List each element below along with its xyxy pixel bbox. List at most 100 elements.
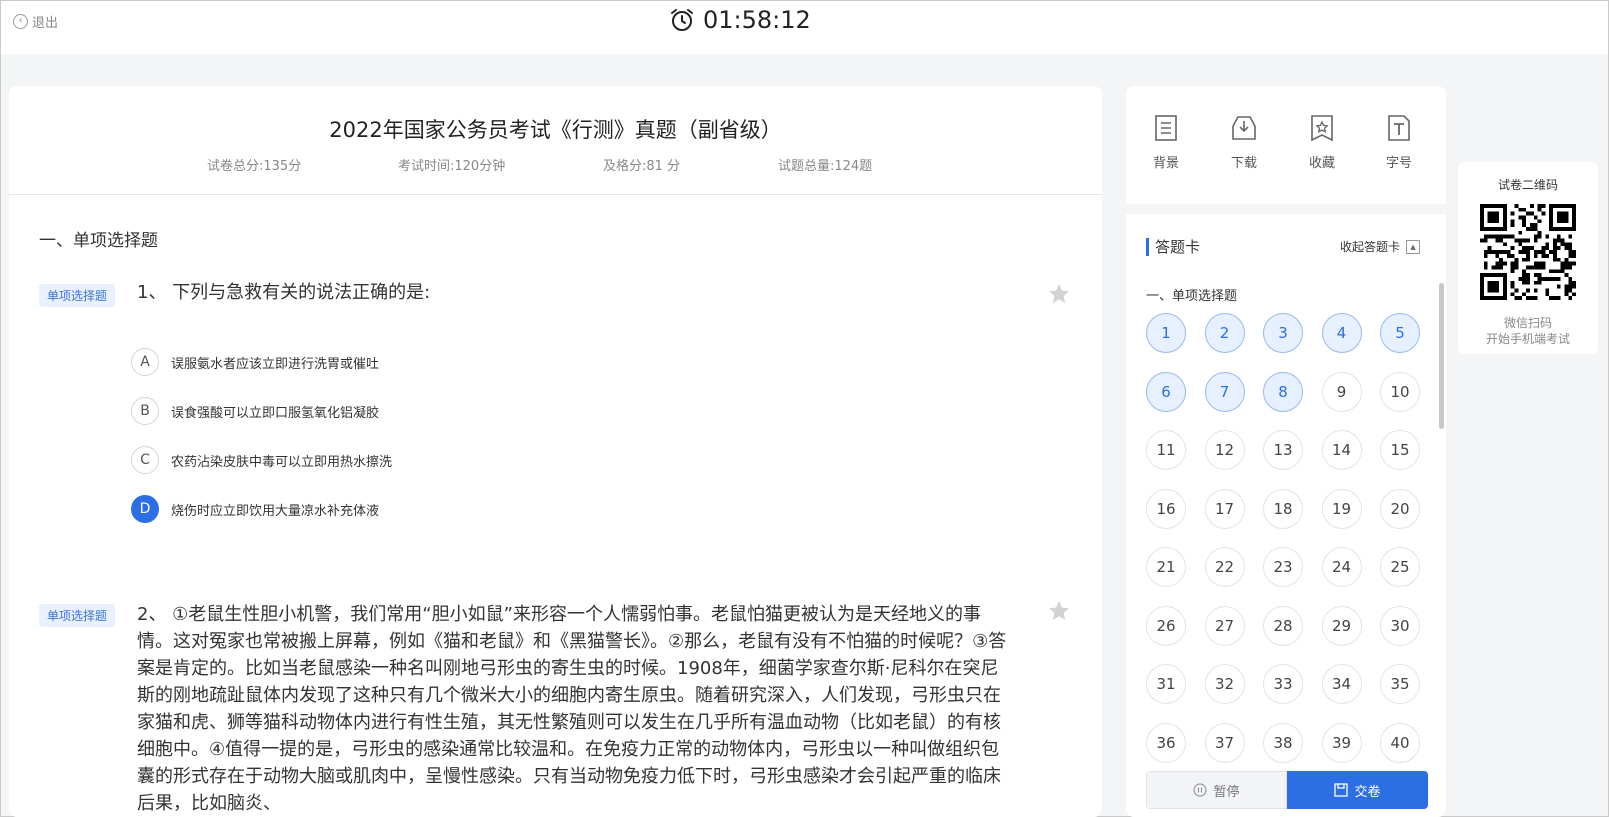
question-number-20[interactable]: 20 [1380, 488, 1420, 529]
question-number-39[interactable]: 39 [1321, 722, 1362, 763]
question-number-25[interactable]: 25 [1380, 547, 1420, 587]
qr-caption: 开始手机端考试 [1485, 332, 1570, 346]
question-number-32[interactable]: 32 [1204, 664, 1245, 704]
title-accent-bar [1146, 237, 1149, 256]
option-key-selected: D [131, 495, 159, 523]
exam-timer: 01:58:12 [669, 6, 811, 34]
qr-title: 试卷二维码 [1497, 178, 1558, 192]
question-number-38[interactable]: 38 [1263, 722, 1303, 763]
side-panel: 背景 下载 收藏 字号 答题卡 收起答题卡 ▲ 一、单项选择题 1 2 3 4 … [1126, 86, 1446, 817]
background-button[interactable]: 背景 [1136, 114, 1196, 171]
favorite-star-icon[interactable] [1047, 599, 1071, 623]
question-number-2[interactable]: 2 [1204, 313, 1245, 353]
submit-label: 交卷 [1354, 784, 1381, 800]
option-d[interactable]: D 烧伤时应立即饮用大量凉水补充体液 [131, 495, 379, 523]
tool-label: 背景 [1152, 156, 1179, 171]
exam-time: 考试时间:120分钟 [398, 159, 506, 174]
pass-score: 及格分:81 分 [603, 159, 681, 174]
question-number-14[interactable]: 14 [1321, 430, 1362, 470]
question-number-1[interactable]: 1 [1146, 313, 1186, 353]
question-number-9[interactable]: 9 [1321, 371, 1362, 412]
toolbar: 背景 下载 收藏 字号 [1126, 86, 1446, 204]
collapse-label: 收起答题卡 [1340, 240, 1401, 254]
question-number-35[interactable]: 35 [1380, 664, 1420, 704]
collapse-arrow-icon: ▲ [1406, 239, 1421, 254]
question-number-31[interactable]: 31 [1146, 664, 1186, 704]
download-button[interactable]: 下载 [1214, 114, 1274, 171]
question-number-15[interactable]: 15 [1380, 430, 1420, 470]
question-number-30[interactable]: 30 [1380, 605, 1420, 646]
question-number-24[interactable]: 24 [1321, 547, 1362, 587]
question-number-40[interactable]: 40 [1380, 722, 1420, 763]
answer-card-section: 一、单项选择题 [1146, 289, 1238, 304]
answer-card-title-text: 答题卡 [1155, 238, 1201, 256]
favorite-button[interactable]: 收藏 [1292, 114, 1352, 171]
question-number-19[interactable]: 19 [1321, 488, 1362, 529]
font-size-button[interactable]: 字号 [1369, 114, 1429, 171]
question-total: 试题总量:124题 [778, 159, 873, 174]
question-number-33[interactable]: 33 [1263, 664, 1303, 704]
total-score: 试卷总分:135分 [207, 159, 302, 174]
option-b[interactable]: B 误食强酸可以立即口服氢氧化铝凝胶 [131, 397, 379, 425]
question-number-6[interactable]: 6 [1146, 371, 1186, 412]
question-type-tag: 单项选择题 [39, 284, 116, 307]
option-key: B [131, 397, 159, 425]
qr-caption: 微信扫码 [1503, 316, 1552, 330]
option-text: 误食强酸可以立即口服氢氧化铝凝胶 [171, 405, 380, 421]
question-number-10[interactable]: 10 [1380, 371, 1420, 412]
pause-button[interactable]: 暂停 [1146, 771, 1287, 809]
back-arrow-icon: ‹ [13, 14, 28, 29]
question-number-36[interactable]: 36 [1146, 722, 1186, 763]
question-number-13[interactable]: 13 [1263, 430, 1303, 470]
question-number-4[interactable]: 4 [1321, 313, 1362, 353]
question-panel: 2022年国家公务员考试《行测》真题（副省级） 试卷总分:135分 考试时间:1… [9, 86, 1102, 817]
question-number-5[interactable]: 5 [1380, 313, 1420, 353]
answer-card-title: 答题卡 [1146, 236, 1200, 257]
question-number-18[interactable]: 18 [1263, 488, 1303, 529]
question-number-29[interactable]: 29 [1321, 605, 1362, 646]
alarm-clock-icon [671, 9, 693, 31]
timer-value: 01:58:12 [703, 6, 811, 34]
option-text: 误服氨水者应该立即进行洗胃或催吐 [171, 356, 380, 372]
qr-code-icon [1480, 204, 1576, 300]
question-number-11[interactable]: 11 [1146, 430, 1186, 470]
question-number-7[interactable]: 7 [1204, 371, 1245, 412]
question-number-21[interactable]: 21 [1146, 547, 1186, 587]
paper-title: 2022年国家公务员考试《行测》真题（副省级） [329, 118, 782, 142]
option-text: 烧伤时应立即饮用大量凉水补充体液 [171, 503, 380, 519]
question-number-26[interactable]: 26 [1146, 605, 1186, 646]
exit-label: 退出 [32, 16, 59, 31]
section-title: 一、单项选择题 [39, 231, 158, 251]
background-icon [1155, 115, 1177, 141]
question-number-37[interactable]: 37 [1204, 722, 1245, 763]
tool-label: 字号 [1385, 156, 1412, 171]
submit-icon [1334, 783, 1349, 797]
question-number-16[interactable]: 16 [1146, 488, 1186, 529]
collapse-answer-card-button[interactable]: 收起答题卡 ▲ [1340, 238, 1421, 255]
option-text: 农药沾染皮肤中毒可以立即用热水擦洗 [171, 454, 393, 470]
top-bar: ‹ 退出 01:58:12 [1, 1, 1608, 54]
question-number-3[interactable]: 3 [1263, 313, 1303, 353]
exit-button[interactable]: ‹ 退出 [13, 12, 58, 31]
question-number-17[interactable]: 17 [1204, 488, 1245, 529]
qr-card: 试卷二维码 微信扫码 开始手机端考试 [1458, 162, 1598, 354]
answer-card-scrollbar[interactable] [1439, 283, 1444, 429]
favorite-star-icon[interactable] [1047, 282, 1071, 306]
question-number-12[interactable]: 12 [1204, 430, 1245, 470]
option-c[interactable]: C 农药沾染皮肤中毒可以立即用热水擦洗 [131, 446, 392, 474]
question-number-22[interactable]: 22 [1204, 547, 1245, 587]
panel-divider [1126, 204, 1446, 214]
question-number-27[interactable]: 27 [1204, 605, 1245, 646]
option-key: A [131, 348, 159, 376]
question-stem: 1、 下列与急救有关的说法正确的是: [137, 282, 431, 303]
question-number-34[interactable]: 34 [1321, 664, 1362, 704]
question-number-28[interactable]: 28 [1263, 605, 1303, 646]
option-a[interactable]: A 误服氨水者应该立即进行洗胃或催吐 [131, 348, 379, 376]
download-icon [1232, 116, 1256, 140]
action-bar: 暂停 交卷 [1146, 771, 1428, 809]
question-number-23[interactable]: 23 [1263, 547, 1303, 587]
question-number-8[interactable]: 8 [1263, 371, 1303, 412]
submit-button[interactable]: 交卷 [1287, 771, 1428, 809]
question-stem: 2、 ①老鼠生性胆小机警，我们常用“胆小如鼠”来形容一个人懦弱怕事。老鼠怕猫更被… [137, 604, 1007, 814]
option-key: C [131, 446, 159, 474]
